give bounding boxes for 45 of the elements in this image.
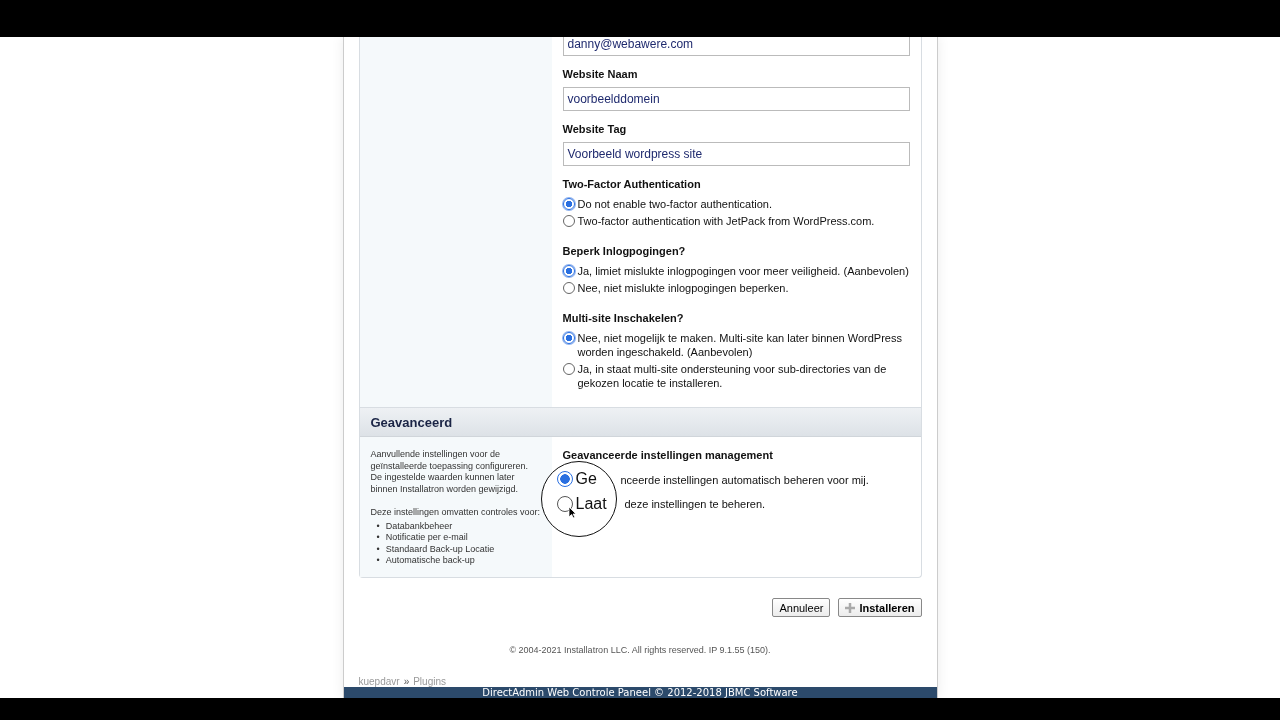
- radio-button[interactable]: [562, 332, 575, 344]
- option-label: nceerde instellingen automatisch beheren voor mij.: [620, 474, 869, 486]
- option-label: Ja, in staat multi-site ondersteuning voor sub-directories van de gekozen locatie te installeren.: [577, 362, 888, 390]
- group-label: Beperk Inlogpogingen?: [562, 245, 687, 257]
- cancel-button[interactable]: Annuleer: [772, 598, 831, 617]
- radio-button[interactable]: [562, 265, 575, 277]
- bullet-marker: •: [376, 543, 380, 555]
- field-label: Website Tag: [562, 123, 628, 135]
- list-item: Standaard Back-up Locatie: [385, 543, 495, 555]
- radio-button[interactable]: [562, 198, 575, 210]
- group-label: Two-Factor Authentication: [562, 178, 702, 190]
- description-text: Aanvullende instellingen voor de geïnstalleerde toepassing configureren. De ingestelde waarden kunnen later binnen Installatron worden gewijzigd.: [370, 449, 530, 495]
- bullet-marker: •: [376, 532, 380, 544]
- email-field[interactable]: danny@webawere.com: [562, 37, 910, 56]
- list-item: Notificatie per e-mail: [385, 532, 468, 544]
- list-intro: Deze instellingen omvatten controles voor:: [370, 507, 542, 519]
- option-label: Ge: [575, 470, 597, 488]
- install-button[interactable]: Installeren: [838, 598, 922, 617]
- footer-text: DirectAdmin Web Controle Paneel © 2012-2018 JBMC Software: [482, 687, 798, 698]
- section-title: Geavanceerd: [370, 414, 453, 430]
- radio-button[interactable]: [562, 282, 575, 294]
- bullet-marker: •: [376, 555, 380, 567]
- radio-button[interactable]: [562, 363, 575, 375]
- radio-button[interactable]: [556, 471, 573, 487]
- breadcrumb-separator: »: [403, 676, 410, 687]
- option-label: Ja, limiet mislukte inlogpogingen voor meer veiligheid. (Aanbevolen): [577, 264, 909, 278]
- option-label: Do not enable two-factor authentication.: [577, 197, 772, 211]
- radio-button[interactable]: [562, 215, 575, 227]
- option-label: Nee, niet mislukte inlogpogingen beperken.: [577, 281, 789, 295]
- option-label: Two-factor authentication with JetPack from WordPress.com.: [577, 214, 875, 228]
- cursor-icon: [567, 506, 577, 519]
- plus-icon: [845, 602, 856, 613]
- group-label: Geavanceerde instellingen management: [562, 449, 774, 461]
- group-label: Multi-site Inschakelen?: [562, 312, 685, 324]
- option-label: Nee, niet mogelijk te maken. Multi-site kan later binnen WordPress worden ingeschakeld. (Aanbevolen): [577, 331, 903, 359]
- list-item: Databankbeheer: [385, 520, 453, 532]
- option-label: Laat: [575, 495, 607, 513]
- option-label: deze instellingen te beheren.: [624, 498, 766, 510]
- field-label: Website Naam: [562, 68, 639, 80]
- list-item: Automatische back-up: [385, 555, 475, 567]
- text-field[interactable]: Voorbeeld wordpress site: [562, 142, 910, 166]
- radio-button[interactable]: [556, 496, 573, 512]
- bullet-marker: •: [376, 520, 380, 532]
- copyright-text: © 2004-2021 Installatron LLC. All rights reserved. IP 9.1.55 (150).: [508, 645, 772, 655]
- text-field[interactable]: voorbeelddomein: [562, 87, 910, 111]
